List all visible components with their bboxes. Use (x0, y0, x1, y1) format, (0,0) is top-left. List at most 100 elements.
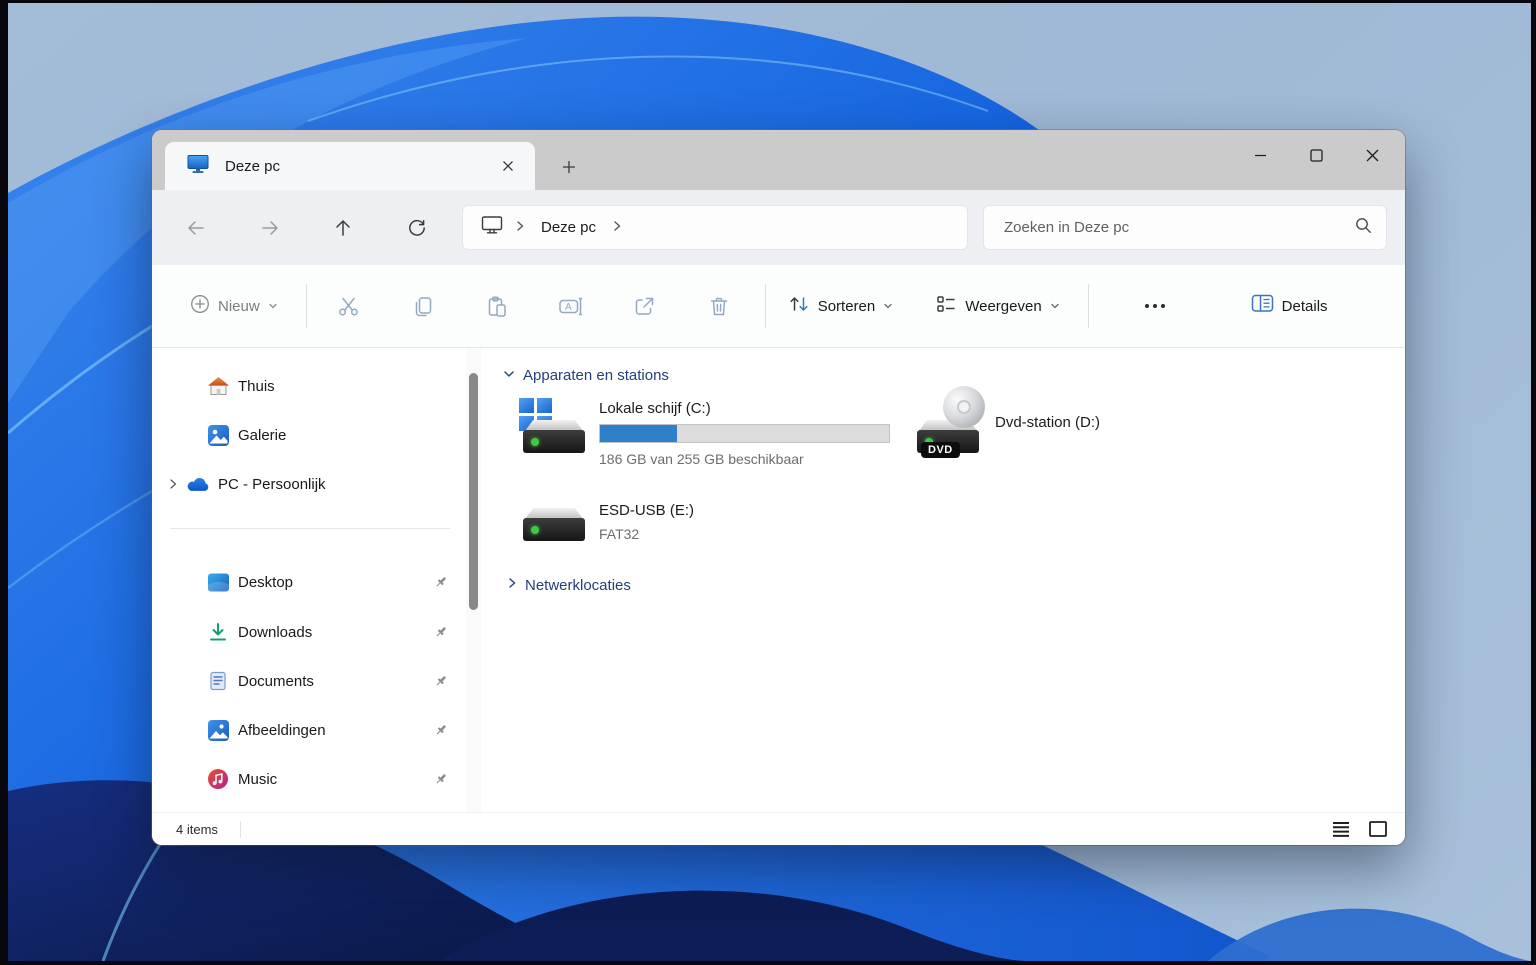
this-pc-icon (187, 154, 209, 179)
sidebar-scrollbar[interactable] (466, 348, 481, 812)
sort-button[interactable]: Sorteren (778, 285, 904, 328)
sort-button-label: Sorteren (818, 298, 876, 315)
scrollbar-thumb[interactable] (469, 373, 478, 610)
pin-icon (432, 721, 450, 739)
breadcrumb[interactable]: Deze pc (537, 219, 600, 236)
status-divider (240, 821, 241, 838)
cut-icon[interactable] (325, 284, 373, 328)
disk-usage-bar (599, 424, 890, 443)
tab-title: Deze pc (225, 158, 495, 175)
chevron-down-icon[interactable] (503, 366, 515, 384)
share-icon[interactable] (621, 284, 669, 328)
section-title: Netwerklocaties (525, 577, 631, 594)
command-toolbar: Nieuw A (152, 265, 1405, 348)
sort-arrows-icon (788, 293, 810, 320)
refresh-icon[interactable] (401, 212, 433, 244)
drive-name: Lokale schijf (C:) (599, 400, 890, 417)
sidebar-item-music[interactable]: Music (160, 761, 456, 797)
onedrive-icon (186, 472, 210, 496)
sidebar-item-documents[interactable]: Documents (160, 663, 456, 699)
drive-name: ESD-USB (E:) (599, 502, 694, 519)
close-button[interactable] (1357, 140, 1387, 170)
delete-icon[interactable] (695, 284, 743, 328)
new-button[interactable]: Nieuw (180, 286, 288, 327)
sidebar-item-desktop[interactable]: Desktop (160, 564, 456, 600)
maximize-button[interactable] (1301, 140, 1331, 170)
sidebar-divider (170, 528, 450, 529)
navigation-bar: Deze pc (152, 190, 1405, 265)
section-title: Apparaten en stations (523, 367, 669, 384)
tab-bar: Deze pc (152, 130, 1405, 190)
gallery-icon (206, 423, 230, 447)
list-view-icon[interactable] (1330, 818, 1352, 840)
sidebar-item-label: Thuis (238, 378, 456, 395)
more-options-icon[interactable] (1129, 304, 1181, 308)
pictures-icon (206, 718, 230, 742)
view-list-icon (935, 293, 957, 320)
details-button-label: Details (1282, 298, 1328, 315)
tab-close-icon[interactable] (495, 153, 521, 179)
section-network-header[interactable]: Netwerklocaties (507, 576, 631, 594)
sidebar-item-downloads[interactable]: Downloads (160, 614, 456, 650)
pin-icon (432, 623, 450, 641)
section-devices-header[interactable]: Apparaten en stations (503, 366, 669, 384)
view-button[interactable]: Weergeven (925, 285, 1069, 328)
details-button[interactable]: Details (1241, 286, 1338, 326)
paste-icon[interactable] (473, 284, 521, 328)
address-bar[interactable]: Deze pc (462, 205, 968, 250)
dvd-disc-icon (943, 386, 985, 428)
view-toggle-group (1330, 818, 1389, 840)
window-controls (1245, 140, 1387, 170)
documents-icon (206, 669, 230, 693)
chevron-right-icon[interactable] (612, 219, 622, 237)
large-icons-view-icon[interactable] (1367, 818, 1389, 840)
chevron-right-icon[interactable] (507, 576, 517, 594)
usb-drive-icon (519, 500, 587, 546)
status-bar: 4 items (152, 812, 1405, 845)
search-icon[interactable] (1354, 216, 1372, 239)
sidebar-item-label: PC - Persoonlijk (218, 476, 456, 493)
downloads-icon (206, 620, 230, 644)
copy-icon[interactable] (399, 284, 447, 328)
sidebar-item-home[interactable]: Thuis (160, 368, 456, 404)
pin-icon (432, 770, 450, 788)
local-disk-icon (519, 398, 587, 454)
details-pane-icon (1251, 294, 1274, 318)
drive-d-item[interactable]: DVD Dvd-station (D:) (913, 398, 1100, 454)
new-tab-icon[interactable] (556, 154, 582, 180)
file-explorer-window: Deze pc (152, 130, 1405, 845)
search-input[interactable] (1002, 218, 1354, 237)
tab-deze-pc[interactable]: Deze pc (165, 142, 535, 190)
new-button-label: Nieuw (218, 298, 260, 315)
chevron-down-icon (268, 297, 278, 315)
chevron-right-icon[interactable] (160, 478, 186, 490)
up-icon[interactable] (327, 212, 359, 244)
plus-circle-icon (190, 294, 210, 319)
back-icon[interactable] (180, 212, 212, 244)
desktop: Deze pc (8, 3, 1531, 961)
dvd-drive-icon: DVD (913, 398, 981, 454)
view-button-label: Weergeven (965, 298, 1041, 315)
dvd-badge: DVD (921, 442, 960, 458)
drive-e-item[interactable]: ESD-USB (E:) FAT32 (519, 500, 694, 546)
sidebar-item-label: Music (238, 771, 432, 788)
sidebar-item-onedrive-pc[interactable]: PC - Persoonlijk (160, 466, 456, 502)
chevron-down-icon (883, 297, 893, 315)
pin-icon (432, 573, 450, 591)
sidebar-item-label: Downloads (238, 624, 432, 641)
rename-icon[interactable]: A (547, 284, 595, 328)
forward-icon[interactable] (254, 212, 286, 244)
chevron-right-icon[interactable] (515, 219, 525, 237)
sidebar-item-label: Desktop (238, 574, 432, 591)
sidebar-item-label: Afbeeldingen (238, 722, 432, 739)
chevron-down-icon (1050, 297, 1060, 315)
drive-name: Dvd-station (D:) (995, 414, 1100, 431)
drive-c-item[interactable]: Lokale schijf (C:) 186 GB van 255 GB bes… (519, 398, 890, 467)
search-box[interactable] (983, 205, 1387, 250)
drive-capacity: 186 GB van 255 GB beschikbaar (599, 451, 890, 467)
sidebar-item-gallery[interactable]: Galerie (160, 417, 456, 453)
sidebar-item-pictures[interactable]: Afbeeldingen (160, 712, 456, 748)
disk-usage-fill (600, 425, 677, 442)
screen: Deze pc (0, 0, 1536, 965)
minimize-button[interactable] (1245, 140, 1275, 170)
